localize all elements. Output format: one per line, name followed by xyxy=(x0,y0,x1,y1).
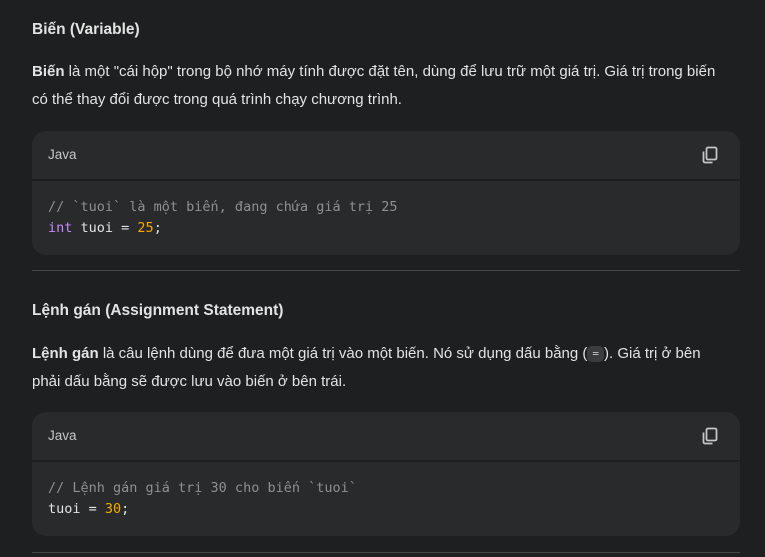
paragraph-variable: Biến là một "cái hộp" trong bộ nhớ máy t… xyxy=(32,58,732,114)
code-number: 30 xyxy=(104,501,122,517)
code-keyword: int xyxy=(48,220,73,236)
inline-code: = xyxy=(587,346,605,362)
section-heading-assignment: Lệnh gán (Assignment Statement) xyxy=(32,302,284,319)
bold-term: Lệnh gán xyxy=(32,345,99,362)
code-block-variable: Java // `tuoi` là một biến, đang chứa gi… xyxy=(32,131,740,255)
bold-term: Biến xyxy=(32,63,65,80)
code-comment: // Lệnh gán giá trị 30 cho biến `tuoi` xyxy=(48,480,357,496)
section-heading-variable: Biến (Variable) xyxy=(32,21,140,38)
code-block-assignment: Java // Lệnh gán giá trị 30 cho biến `tu… xyxy=(32,412,740,536)
paragraph-assignment: Lệnh gán là câu lệnh dùng để đưa một giá… xyxy=(32,340,732,396)
code-content: // Lệnh gán giá trị 30 cho biến `tuoi` t… xyxy=(48,478,357,520)
code-statement: tuoi = xyxy=(72,220,138,236)
copy-icon[interactable] xyxy=(700,426,720,446)
code-comment: // `tuoi` là một biến, đang chứa giá trị… xyxy=(48,199,398,215)
divider xyxy=(32,270,740,271)
code-end: ; xyxy=(153,220,162,236)
code-end: ; xyxy=(121,501,130,517)
code-statement: tuoi = xyxy=(48,501,105,517)
code-language-label: Java xyxy=(48,147,77,162)
paragraph-text: là câu lệnh dùng để đưa một giá trị vào … xyxy=(98,345,588,362)
code-block-header: Java xyxy=(32,412,740,462)
code-number: 25 xyxy=(137,220,154,236)
code-content: // `tuoi` là một biến, đang chứa giá trị… xyxy=(48,197,398,239)
code-block-header: Java xyxy=(32,131,740,181)
paragraph-text: là một "cái hộp" trong bộ nhớ máy tính đ… xyxy=(32,63,716,108)
code-language-label: Java xyxy=(48,428,77,443)
copy-icon[interactable] xyxy=(700,145,720,165)
divider xyxy=(32,552,740,553)
